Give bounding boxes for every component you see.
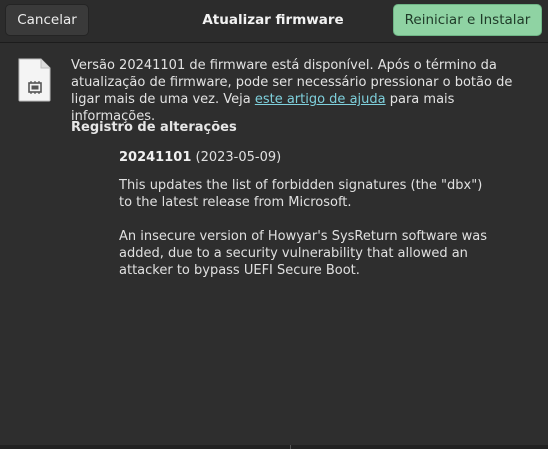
firmware-file-icon xyxy=(18,58,51,102)
header-bar: Cancelar Atualizar firmware Reiniciar e … xyxy=(0,0,548,43)
release-header: 20241101 (2023-05-09) xyxy=(119,149,489,166)
firmware-update-dialog: Cancelar Atualizar firmware Reiniciar e … xyxy=(0,0,548,449)
restart-install-button[interactable]: Reiniciar e Instalar xyxy=(393,4,542,36)
help-article-link[interactable]: este artigo de ajuda xyxy=(255,92,386,107)
dialog-content: Versão 20241101 de firmware está disponí… xyxy=(0,43,548,445)
release-paragraph: This updates the list of forbidden signa… xyxy=(119,178,483,210)
changelog-heading: Registro de alterações xyxy=(71,120,237,135)
dialog-title: Atualizar firmware xyxy=(202,12,344,28)
divider xyxy=(290,445,291,449)
release-paragraph: An insecure version of Howyar's SysRetur… xyxy=(119,229,488,278)
cancel-button[interactable]: Cancelar xyxy=(5,4,89,36)
release-notes: 20241101 (2023-05-09) This updates the l… xyxy=(119,149,489,279)
release-date: (2023-05-09) xyxy=(195,150,282,165)
update-description: Versão 20241101 de firmware está disponí… xyxy=(71,57,541,125)
bottom-edge xyxy=(0,445,548,449)
release-version: 20241101 xyxy=(119,150,192,165)
